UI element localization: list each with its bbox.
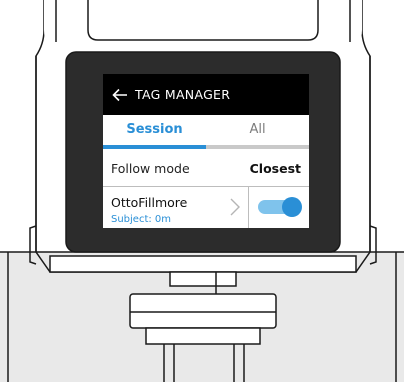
housing-bottom-band xyxy=(49,255,357,273)
title-bar: TAG MANAGER xyxy=(103,74,309,115)
tab-active-indicator xyxy=(103,145,206,149)
arrow-left-icon xyxy=(112,88,127,101)
tag-subtitle: Subject: 0m xyxy=(111,214,172,225)
page-title: TAG MANAGER xyxy=(135,87,231,102)
tag-row: OttoFillmore Subject: 0m xyxy=(103,187,309,228)
housing-top xyxy=(44,0,362,50)
follow-mode-value: Closest xyxy=(249,161,301,176)
mount-clamp xyxy=(129,293,277,329)
row-divider xyxy=(248,187,249,228)
chevron-right-icon xyxy=(230,198,240,216)
toggle-knob xyxy=(282,197,302,217)
tag-name: OttoFillmore xyxy=(111,195,188,210)
mount-collar xyxy=(169,271,237,287)
follow-mode-label: Follow mode xyxy=(111,161,190,176)
back-button[interactable] xyxy=(107,74,133,115)
mount-base xyxy=(145,327,261,345)
tab-all[interactable]: All xyxy=(206,115,309,145)
device-screen: TAG MANAGER Session All Follow mode Clos… xyxy=(103,74,309,228)
tag-toggle-switch[interactable] xyxy=(258,197,302,217)
tab-bar: Session All xyxy=(103,115,309,149)
follow-mode-row[interactable]: Follow mode Closest xyxy=(103,151,309,187)
tab-session[interactable]: Session xyxy=(103,115,206,145)
housing-left-outline xyxy=(35,0,45,252)
tag-item[interactable]: OttoFillmore Subject: 0m xyxy=(103,187,248,228)
housing-right-outline xyxy=(361,0,371,252)
